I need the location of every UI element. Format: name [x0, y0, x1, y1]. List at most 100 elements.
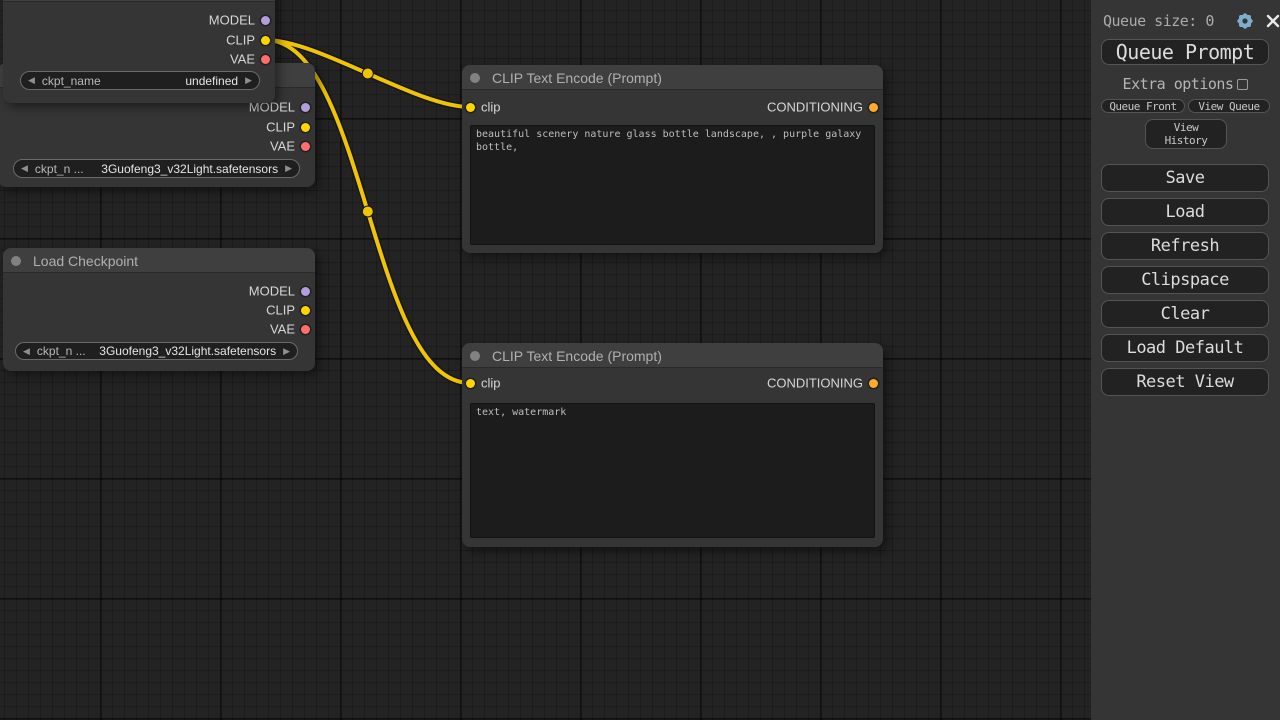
clip-input-row: clip CONDITIONING: [462, 374, 883, 392]
link-midpoint-dot: [362, 206, 373, 217]
queue-front-label: Queue Front: [1109, 100, 1176, 113]
conditioning-output-label: CONDITIONING: [767, 376, 863, 391]
conditioning-output-label: CONDITIONING: [767, 100, 863, 115]
collapse-dot-icon[interactable]: [11, 256, 21, 266]
clip-input-row: clip CONDITIONING: [462, 98, 883, 116]
clip-output-port[interactable]: [301, 306, 310, 315]
node-title-bar[interactable]: CLIP Text Encode (Prompt): [462, 343, 883, 368]
node-title-bar[interactable]: CLIP Text Encode (Prompt): [462, 65, 883, 90]
comfyui-app: MODEL CLIP VAE ◀ ckpt_n ... 3Guofeng3_v3…: [0, 0, 1280, 720]
node-graph-canvas[interactable]: MODEL CLIP VAE ◀ ckpt_n ... 3Guofeng3_v3…: [0, 0, 1091, 720]
ckpt-name-combo[interactable]: ◀ ckpt_n ... 3Guofeng3_v32Light.safetens…: [13, 159, 300, 178]
node-title-bar[interactable]: [3, 0, 275, 2]
refresh-label: Refresh: [1151, 236, 1219, 256]
load-label: Load: [1166, 202, 1205, 222]
model-output-port[interactable]: [261, 16, 270, 25]
settings-gear-icon[interactable]: [1235, 11, 1255, 31]
load-default-button[interactable]: Load Default: [1101, 334, 1269, 362]
extra-options-label: Extra options: [1123, 75, 1234, 93]
collapse-dot-icon[interactable]: [470, 351, 480, 361]
queue-front-button[interactable]: Queue Front: [1101, 99, 1185, 113]
node-clip-text-encode-positive[interactable]: CLIP Text Encode (Prompt) clip CONDITION…: [462, 65, 883, 253]
clip-output-row: CLIP: [3, 31, 275, 49]
combo-right-arrow-icon[interactable]: ▶: [278, 164, 299, 173]
combo-value: 3Guofeng3_v32Light.safetensors: [84, 162, 278, 176]
vae-output-row: VAE: [0, 137, 315, 155]
prompt-textarea[interactable]: beautiful scenery nature glass bottle la…: [470, 125, 875, 245]
save-label: Save: [1166, 168, 1205, 188]
clip-output-port[interactable]: [261, 36, 270, 45]
clip-output-label: CLIP: [266, 120, 295, 135]
combo-label: ckpt_n ...: [35, 162, 84, 176]
clip-input-port[interactable]: [466, 379, 475, 388]
extra-options-checkbox[interactable]: [1237, 79, 1248, 90]
vae-output-label: VAE: [270, 139, 295, 154]
ckpt-name-combo[interactable]: ◀ ckpt_n ... 3Guofeng3_v32Light.safetens…: [15, 342, 298, 360]
view-history-button[interactable]: View History: [1145, 119, 1227, 149]
view-queue-button[interactable]: View Queue: [1188, 99, 1270, 113]
prompt-textarea[interactable]: text, watermark: [470, 403, 875, 538]
combo-value: undefined: [101, 74, 238, 88]
conditioning-output-port[interactable]: [869, 379, 878, 388]
close-icon[interactable]: [1264, 12, 1280, 30]
vae-output-row: VAE: [3, 320, 315, 338]
model-output-row: MODEL: [3, 11, 275, 29]
clip-input-port[interactable]: [466, 103, 475, 112]
combo-label: ckpt_n ...: [37, 344, 86, 358]
load-button[interactable]: Load: [1101, 198, 1269, 226]
node-title-bar[interactable]: Load Checkpoint: [3, 248, 315, 273]
model-output-label: MODEL: [249, 284, 295, 299]
node-clip-text-encode-negative[interactable]: CLIP Text Encode (Prompt) clip CONDITION…: [462, 343, 883, 547]
clip-output-label: CLIP: [226, 33, 255, 48]
ckpt-name-combo[interactable]: ◀ ckpt_name undefined ▶: [20, 71, 260, 90]
vae-output-port[interactable]: [301, 142, 310, 151]
collapse-dot-icon[interactable]: [470, 73, 480, 83]
node-title: CLIP Text Encode (Prompt): [492, 70, 662, 86]
node-title: CLIP Text Encode (Prompt): [492, 348, 662, 364]
clear-button[interactable]: Clear: [1101, 300, 1269, 328]
combo-right-arrow-icon[interactable]: ▶: [276, 347, 297, 356]
model-output-port[interactable]: [301, 103, 310, 112]
combo-left-arrow-icon[interactable]: ◀: [16, 347, 37, 356]
node-title: Load Checkpoint: [33, 253, 138, 269]
view-history-label-line1: View: [1174, 121, 1199, 134]
vae-output-label: VAE: [270, 322, 295, 337]
queue-size-row: Queue size: 0: [1103, 10, 1272, 32]
vae-output-label: VAE: [230, 52, 255, 67]
load-default-label: Load Default: [1127, 338, 1244, 358]
link-midpoint-dot: [362, 68, 373, 79]
model-output-port[interactable]: [301, 287, 310, 296]
queue-size-label: Queue size: 0: [1103, 12, 1214, 30]
refresh-button[interactable]: Refresh: [1101, 232, 1269, 260]
view-queue-label: View Queue: [1198, 100, 1259, 113]
reset-view-label: Reset View: [1136, 372, 1233, 392]
combo-left-arrow-icon[interactable]: ◀: [21, 76, 42, 85]
clipspace-label: Clipspace: [1141, 270, 1229, 290]
model-output-label: MODEL: [209, 13, 255, 28]
combo-right-arrow-icon[interactable]: ▶: [238, 76, 259, 85]
node-load-checkpoint[interactable]: Load Checkpoint MODEL CLIP VAE ◀ ckpt_n …: [3, 248, 315, 371]
extra-options-row: Extra options: [1091, 76, 1280, 92]
save-button[interactable]: Save: [1101, 164, 1269, 192]
comfy-menu-panel: Queue size: 0 Queue Prompt Extra opt: [1091, 0, 1280, 720]
node-load-checkpoint-top[interactable]: MODEL CLIP VAE ◀ ckpt_name undefined ▶: [3, 0, 275, 103]
clip-output-row: CLIP: [3, 301, 315, 319]
clear-label: Clear: [1161, 304, 1210, 324]
clip-input-label: clip: [481, 100, 501, 115]
combo-left-arrow-icon[interactable]: ◀: [14, 164, 35, 173]
conditioning-output-port[interactable]: [869, 103, 878, 112]
clip-input-label: clip: [481, 376, 501, 391]
reset-view-button[interactable]: Reset View: [1101, 368, 1269, 396]
combo-label: ckpt_name: [42, 74, 101, 88]
clipspace-button[interactable]: Clipspace: [1101, 266, 1269, 294]
queue-prompt-button[interactable]: Queue Prompt: [1101, 39, 1269, 65]
vae-output-row: VAE: [3, 50, 275, 68]
view-history-label-line2: History: [1165, 134, 1208, 147]
vae-output-port[interactable]: [301, 325, 310, 334]
vae-output-port[interactable]: [261, 55, 270, 64]
clip-output-row: CLIP: [0, 118, 315, 136]
queue-prompt-label: Queue Prompt: [1116, 40, 1255, 64]
clip-output-port[interactable]: [301, 123, 310, 132]
model-output-row: MODEL: [3, 282, 315, 300]
clip-output-label: CLIP: [266, 303, 295, 318]
